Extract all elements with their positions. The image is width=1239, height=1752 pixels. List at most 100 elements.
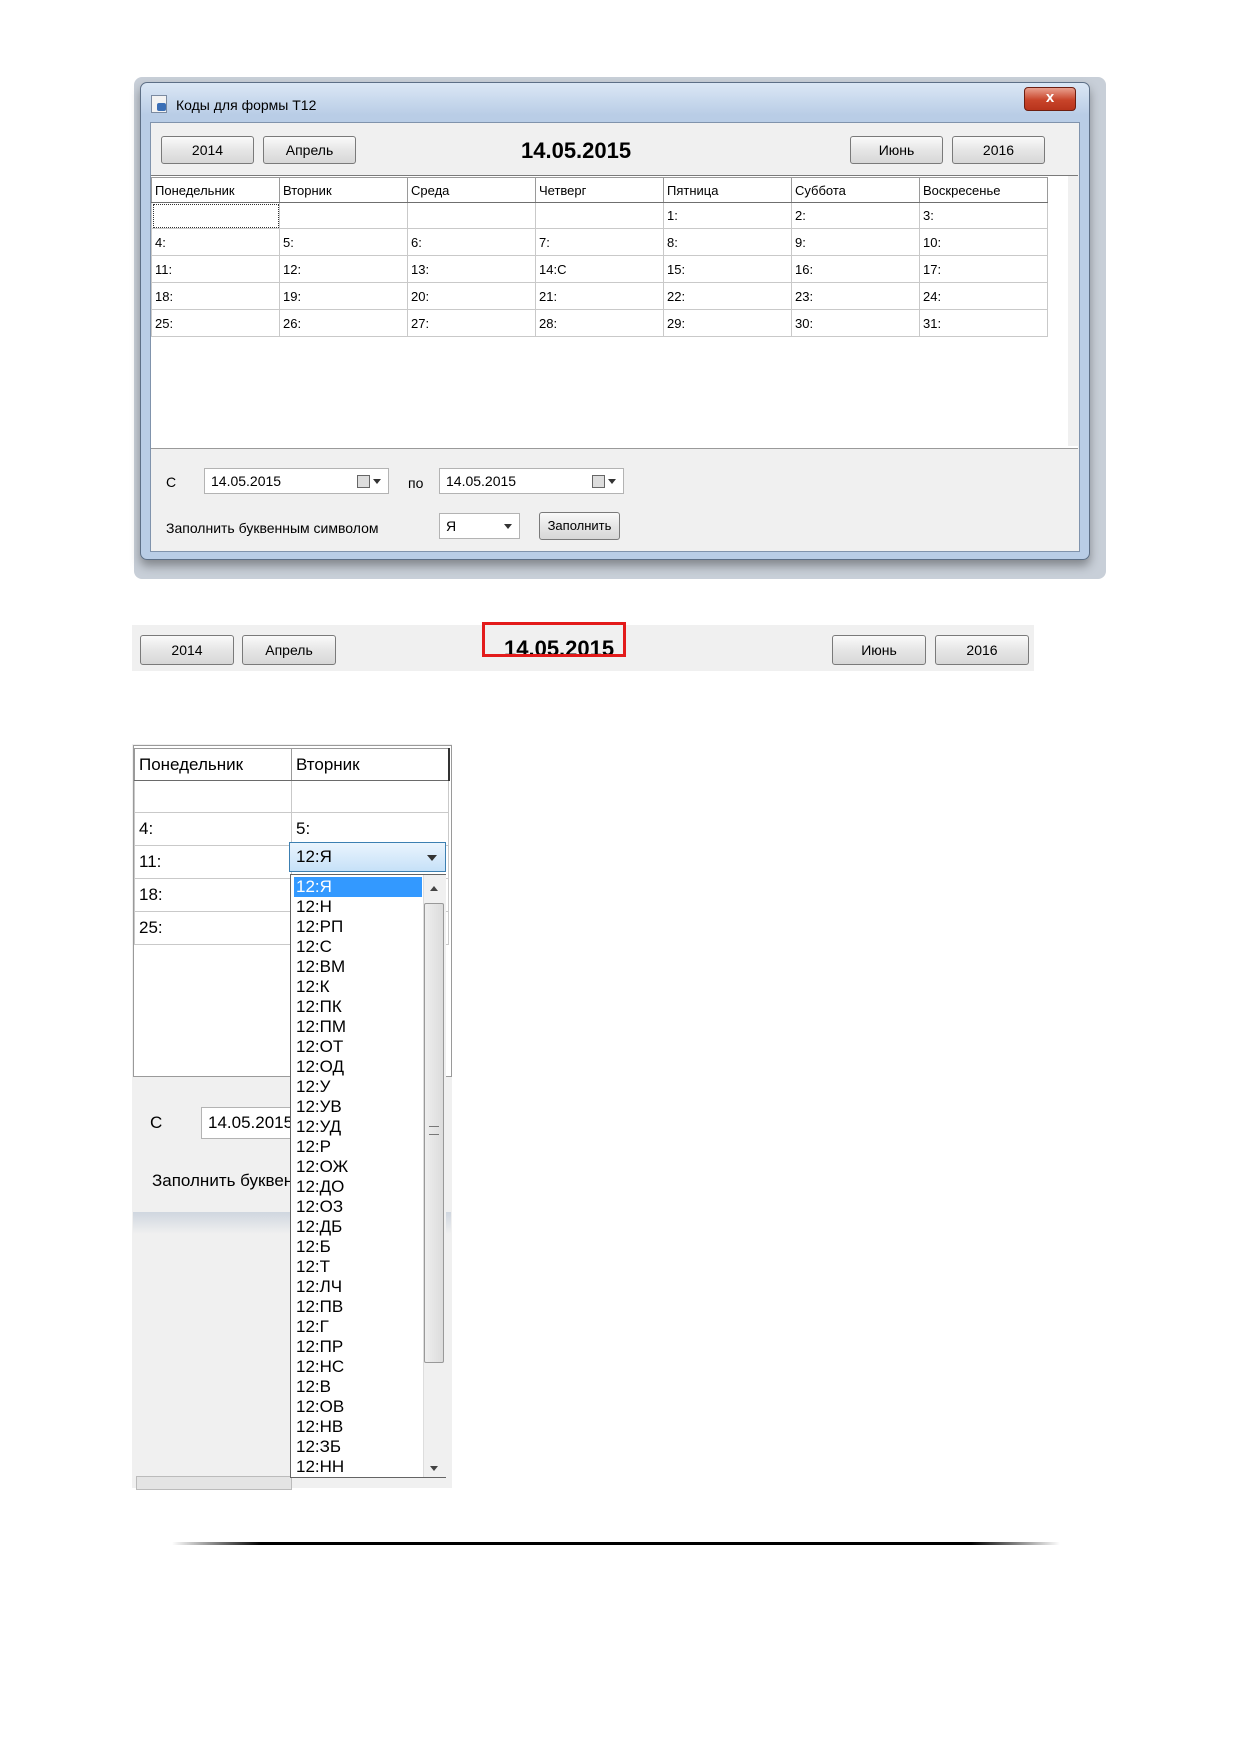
list-item[interactable]: 12:У: [294, 1077, 422, 1097]
horizontal-scrollbar[interactable]: [136, 1476, 292, 1490]
weekday-header[interactable]: Среда: [407, 177, 536, 203]
day-cell[interactable]: 14:С: [535, 255, 664, 283]
list-item[interactable]: 12:ПМ: [294, 1017, 422, 1037]
day-cell[interactable]: 22:: [663, 282, 792, 310]
day-cell[interactable]: 27:: [407, 309, 536, 337]
close-button[interactable]: x: [1024, 87, 1076, 111]
day-cell[interactable]: 12:: [279, 255, 408, 283]
list-item[interactable]: 12:ДО: [294, 1177, 422, 1197]
day-cell[interactable]: 5:: [291, 812, 449, 846]
day-cell[interactable]: 11:: [151, 255, 280, 283]
day-cell[interactable]: 23:: [791, 282, 920, 310]
scroll-down-icon[interactable]: [430, 1466, 438, 1471]
day-cell[interactable]: 11:: [134, 845, 292, 879]
list-item[interactable]: 12:Б: [294, 1237, 422, 1257]
weekday-header[interactable]: Четверг: [535, 177, 664, 203]
list-item[interactable]: 12:Я: [294, 877, 422, 897]
list-item[interactable]: 12:Г: [294, 1317, 422, 1337]
next-year-button[interactable]: 2016: [935, 635, 1029, 665]
prev-year-button[interactable]: 2014: [161, 136, 254, 164]
fill-button[interactable]: Заполнить: [539, 512, 620, 540]
list-item[interactable]: 12:РП: [294, 917, 422, 937]
day-cell[interactable]: 18:: [151, 282, 280, 310]
from-date-picker[interactable]: 14.05.2015: [204, 468, 389, 494]
day-cell[interactable]: 10:: [919, 228, 1048, 256]
list-item[interactable]: 12:ОЗ: [294, 1197, 422, 1217]
prev-year-button[interactable]: 2014: [140, 635, 234, 665]
prev-month-button[interactable]: Апрель: [242, 635, 336, 665]
weekday-header[interactable]: Вторник: [279, 177, 408, 203]
day-cell[interactable]: 21:: [535, 282, 664, 310]
list-item[interactable]: 12:ОД: [294, 1057, 422, 1077]
chevron-down-icon[interactable]: [427, 855, 437, 861]
list-item[interactable]: 12:В: [294, 1377, 422, 1397]
list-item[interactable]: 12:Р: [294, 1137, 422, 1157]
list-item[interactable]: 12:Н: [294, 897, 422, 917]
weekday-header[interactable]: Понедельник: [151, 177, 280, 203]
day-cell[interactable]: 4:: [134, 812, 292, 846]
day-cell[interactable]: 30:: [791, 309, 920, 337]
list-item[interactable]: 12:ЛЧ: [294, 1277, 422, 1297]
list-item[interactable]: 12:ПР: [294, 1337, 422, 1357]
day-cell[interactable]: 2:: [791, 202, 920, 229]
list-item[interactable]: 12:К: [294, 977, 422, 997]
day-cell[interactable]: [134, 780, 292, 813]
chevron-down-icon[interactable]: [608, 479, 616, 484]
day-cell[interactable]: [291, 780, 449, 813]
fill-symbol-select[interactable]: Я: [439, 513, 520, 539]
day-cell[interactable]: [151, 202, 280, 229]
from-date-picker[interactable]: 14.05.2015: [201, 1107, 296, 1139]
day-cell[interactable]: 1:: [663, 202, 792, 229]
day-cell[interactable]: 9:: [791, 228, 920, 256]
list-item[interactable]: 12:УВ: [294, 1097, 422, 1117]
next-month-button[interactable]: Июнь: [832, 635, 926, 665]
list-item[interactable]: 12:ПВ: [294, 1297, 422, 1317]
day-cell[interactable]: 4:: [151, 228, 280, 256]
prev-month-button[interactable]: Апрель: [263, 136, 356, 164]
next-year-button[interactable]: 2016: [952, 136, 1045, 164]
calendar-icon[interactable]: [592, 475, 605, 488]
weekday-header[interactable]: Воскресенье: [919, 177, 1048, 203]
list-item[interactable]: 12:ПК: [294, 997, 422, 1017]
list-item[interactable]: 12:НВ: [294, 1417, 422, 1437]
day-cell[interactable]: 8:: [663, 228, 792, 256]
day-cell[interactable]: 15:: [663, 255, 792, 283]
weekday-header[interactable]: Понедельник: [134, 748, 292, 781]
day-cell[interactable]: 20:: [407, 282, 536, 310]
day-cell[interactable]: 31:: [919, 309, 1048, 337]
day-cell[interactable]: [407, 202, 536, 229]
to-date-picker[interactable]: 14.05.2015: [439, 468, 624, 494]
day-cell[interactable]: 29:: [663, 309, 792, 337]
day-cell[interactable]: 3:: [919, 202, 1048, 229]
cell-code-combo[interactable]: 12:Я: [289, 842, 446, 872]
day-cell[interactable]: 16:: [791, 255, 920, 283]
day-cell[interactable]: 13:: [407, 255, 536, 283]
chevron-down-icon[interactable]: [373, 479, 381, 484]
day-cell[interactable]: 25:: [134, 911, 292, 945]
grid-scrollbar[interactable]: [1068, 176, 1078, 446]
list-item[interactable]: 12:НН: [294, 1457, 422, 1477]
list-item[interactable]: 12:ОВ: [294, 1397, 422, 1417]
weekday-header[interactable]: Вторник: [291, 748, 450, 781]
list-item[interactable]: 12:НС: [294, 1357, 422, 1377]
calendar-icon[interactable]: [357, 475, 370, 488]
list-item[interactable]: 12:ВМ: [294, 957, 422, 977]
next-month-button[interactable]: Июнь: [850, 136, 943, 164]
day-cell[interactable]: 28:: [535, 309, 664, 337]
list-item[interactable]: 12:ЗБ: [294, 1437, 422, 1457]
day-cell[interactable]: 17:: [919, 255, 1048, 283]
list-item[interactable]: 12:Т: [294, 1257, 422, 1277]
day-cell[interactable]: 25:: [151, 309, 280, 337]
day-cell[interactable]: 19:: [279, 282, 408, 310]
scroll-up-icon[interactable]: [430, 886, 438, 891]
day-cell[interactable]: [535, 202, 664, 229]
list-item[interactable]: 12:УД: [294, 1117, 422, 1137]
day-cell[interactable]: 26:: [279, 309, 408, 337]
day-cell[interactable]: 7:: [535, 228, 664, 256]
weekday-header[interactable]: Пятница: [663, 177, 792, 203]
day-cell[interactable]: [279, 202, 408, 229]
chevron-down-icon[interactable]: [504, 524, 512, 529]
list-item[interactable]: 12:ДБ: [294, 1217, 422, 1237]
day-cell[interactable]: 24:: [919, 282, 1048, 310]
list-item[interactable]: 12:С: [294, 937, 422, 957]
